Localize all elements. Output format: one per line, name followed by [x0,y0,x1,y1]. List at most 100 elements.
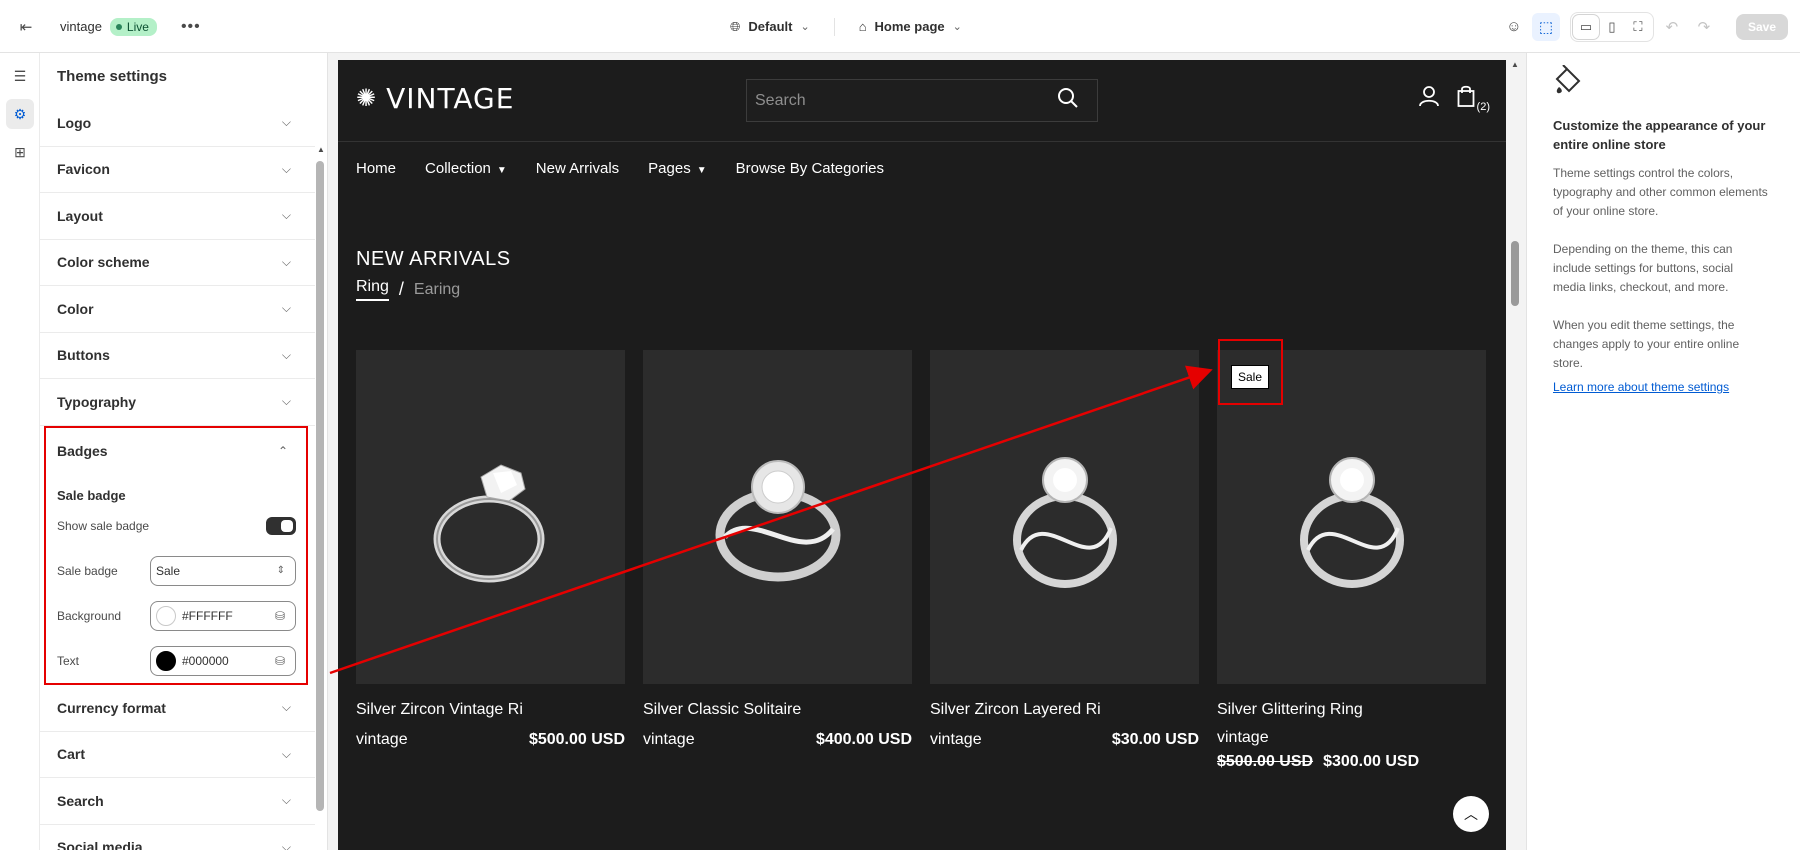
exit-icon[interactable]: ⇤ [12,13,40,41]
section-cart[interactable]: Cart ⌵ [40,732,315,778]
ai-assistant-icon[interactable]: ☺ [1500,13,1528,41]
chevron-down-icon: ⌵ [281,746,291,761]
toggle-knob [281,519,293,532]
section-search[interactable]: Search ⌵ [40,778,315,825]
product-meta: vintage $30.00 USD [930,731,1199,749]
product-card[interactable]: Silver Classic Solitaire vintage $400.00… [643,350,912,771]
background-color-field[interactable]: #FFFFFF ⛁ [150,600,296,631]
chevron-down-icon: ⌵ [281,347,291,362]
section-label: Logo [57,114,92,131]
mobile-icon[interactable]: ▯ [1599,15,1625,39]
store-logo[interactable]: ✺ VINTAGE [356,82,514,115]
product-image[interactable] [930,350,1199,684]
product-card[interactable]: Silver Zircon Vintage Ri vintage $500.00… [356,350,625,771]
sale-badge-select[interactable]: Sale ⇕ [150,555,296,586]
chevron-up-icon: ︿ [1464,806,1478,822]
section-title: NEW ARRIVALS [356,248,511,270]
ring-image [715,460,840,582]
product-title[interactable]: Silver Classic Solitaire [643,701,912,719]
product-vendor: vintage [1217,729,1269,746]
product-image[interactable] [643,350,912,684]
page-selector-label: Home page [874,19,945,34]
section-typography[interactable]: Typography ⌵ [40,379,315,426]
inspector-icon[interactable]: ⬚ [1531,12,1560,41]
section-layout[interactable]: Layout ⌵ [40,193,315,240]
learn-more-link[interactable]: Learn more about theme settings [1541,380,1786,394]
scroll-up-icon[interactable]: ▲ [317,145,325,154]
product-title[interactable]: Silver Glittering Ring [1217,701,1486,719]
panel-scrollbar[interactable]: ▲ [316,101,325,811]
section-buttons[interactable]: Buttons ⌵ [40,333,315,379]
product-card[interactable]: Sale Silver Glittering Ring vintage $500… [1217,350,1486,771]
more-actions-button[interactable]: ••• [181,18,201,36]
background-swatch[interactable] [156,605,176,626]
undo-icon[interactable]: ↶ [1658,13,1686,41]
section-label: Currency format [57,699,166,716]
section-label: Color [57,300,94,317]
back-to-top-button[interactable]: ︿ [1453,796,1489,832]
sunburst-icon: ✺ [356,85,377,112]
scrollbar-thumb[interactable] [1511,241,1519,306]
section-favicon[interactable]: Favicon ⌵ [40,147,315,193]
product-card[interactable]: Silver Zircon Layered Ri vintage $30.00 … [930,350,1199,771]
desktop-icon[interactable]: ▭ [1572,14,1599,39]
section-currency-format[interactable]: Currency format ⌵ [40,685,315,732]
redo-icon[interactable]: ↷ [1690,13,1718,41]
product-price: $300.00 USD [1323,753,1420,770]
section-logo[interactable]: Logo ⌵ [40,100,315,147]
product-title[interactable]: Silver Zircon Layered Ri [930,701,1199,719]
page-selector[interactable]: ⌂ Home page ⌄ [859,19,962,34]
apps-icon[interactable]: ⊞ [6,137,34,167]
section-color[interactable]: Color ⌵ [40,286,315,333]
background-value: #FFFFFF [182,608,233,623]
tab-ring[interactable]: Ring [356,278,389,301]
user-icon[interactable] [1418,85,1439,113]
section-label: Badges [57,442,108,459]
nav-pages[interactable]: Pages ▼ [648,160,706,177]
top-bar-center: 🌐︎ Default ⌄ ⌂ Home page ⌄ [730,0,962,53]
search-input[interactable] [755,91,1035,110]
top-bar: ⇤ vintage Live ••• 🌐︎ Default ⌄ ⌂ Home p… [0,0,1800,53]
show-sale-badge-label: Show sale badge [57,518,150,533]
sections-icon[interactable]: ☰ [6,61,34,91]
cart-button[interactable]: (2) [1457,85,1490,113]
background-label: Background [57,608,122,623]
nav-new-arrivals[interactable]: New Arrivals [536,160,619,177]
section-label: Search [57,792,104,809]
chevron-down-icon: ⌵ [281,839,291,850]
database-icon[interactable]: ⛁ [275,654,285,668]
chevron-down-icon: ⌵ [281,301,291,316]
chevron-up-icon: ⌃ [277,443,288,458]
nav-collection[interactable]: Collection ▼ [425,160,507,177]
text-color-field[interactable]: #000000 ⛁ [150,645,296,676]
product-title[interactable]: Silver Zircon Vintage Ri [356,701,625,719]
section-color-scheme[interactable]: Color scheme ⌵ [40,240,315,286]
panel-title: Theme settings [57,68,168,85]
theme-settings-icon[interactable]: ⚙ [6,99,34,129]
nav-home[interactable]: Home [356,160,396,177]
save-button[interactable]: Save [1735,13,1788,40]
text-color-label: Text [57,653,80,668]
section-label: Favicon [57,161,110,178]
product-image[interactable] [356,350,625,684]
search-icon[interactable] [1057,87,1079,115]
theme-selector[interactable]: 🌐︎ Default ⌄ [730,19,810,35]
nav-label: Collection [425,160,491,177]
top-bar-right: ☺ ⬚ ▭ ▯ ⛶ ↶ ↷ Save [1500,0,1788,53]
nav-browse-by-categories[interactable]: Browse By Categories [736,160,884,177]
section-badges[interactable]: Badges ⌃ [46,428,306,475]
database-icon[interactable]: ⛁ [275,609,285,623]
tab-earing[interactable]: Earing [414,281,460,299]
scrollbar-thumb[interactable] [316,161,324,811]
section-social-media[interactable]: Social media ⌵ [40,825,315,850]
preview-scrollbar[interactable]: ▲ [1508,58,1522,843]
section-label: Typography [57,393,137,410]
fullscreen-icon[interactable]: ⛶ [1625,15,1651,39]
info-paragraph: Depending on the theme, this can include… [1553,242,1734,294]
section-label: Layout [57,207,103,224]
chevron-down-icon: ⌵ [281,161,291,176]
product-price: $400.00 USD [815,731,912,748]
scroll-up-icon[interactable]: ▲ [1511,60,1519,69]
text-swatch[interactable] [156,650,176,671]
show-sale-badge-toggle[interactable] [266,516,296,535]
